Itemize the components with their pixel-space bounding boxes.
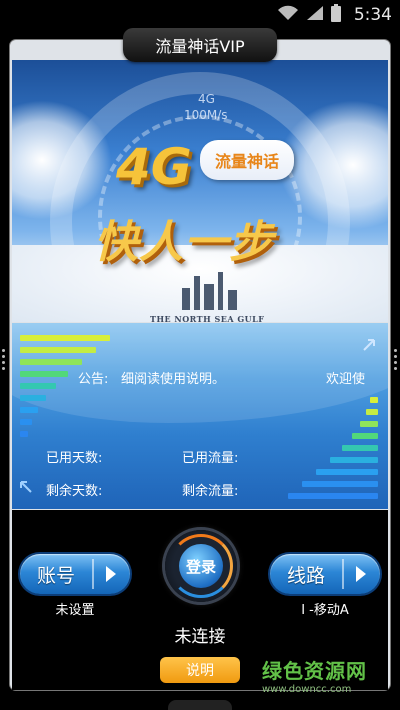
right-handle <box>394 346 398 373</box>
banner-4g-text: 4G <box>116 138 192 196</box>
help-button-label: 说明 <box>186 663 214 679</box>
help-button[interactable]: 说明 <box>160 657 240 683</box>
account-button[interactable]: 账号 <box>20 554 130 594</box>
login-button[interactable]: 登录 <box>165 530 237 602</box>
watermark: 绿色资源网 www.downcc.com <box>262 655 392 695</box>
app-title: 流量神话VIP <box>155 37 245 56</box>
used-days-label: 已用天数: <box>46 451 103 466</box>
bubble-text: 流量神话 <box>214 152 279 171</box>
promo-banner: 4G 100M/s 4G 流量神话 快人一步 THE NORTH SEA GUL… <box>12 60 388 322</box>
city-skyline <box>178 270 248 310</box>
login-button-label: 登录 <box>185 557 216 576</box>
banner-caption: THE NORTH SEA GULF <box>150 314 265 322</box>
corner-arrow-icon-right <box>362 337 376 356</box>
route-button-label: 线路 <box>286 564 325 587</box>
wifi-icon <box>277 5 299 25</box>
speed-unit: 100M/s <box>184 108 228 122</box>
corner-arrow-icon <box>19 479 33 498</box>
chevron-right-icon <box>344 564 378 584</box>
account-status: 未设置 <box>55 603 95 618</box>
account-button-label: 账号 <box>36 564 75 587</box>
welcome-marquee: 欢迎使 <box>326 372 366 387</box>
connection-status: 未连接 <box>174 627 226 647</box>
speed-label: 4G <box>198 92 215 106</box>
left-handle <box>2 346 6 373</box>
battery-icon <box>330 4 341 26</box>
status-bar: 5:34 <box>0 0 400 30</box>
bottom-handle[interactable] <box>168 700 232 710</box>
watermark-url: www.downcc.com <box>262 684 352 695</box>
route-button[interactable]: 线路 <box>270 554 380 594</box>
chevron-right-icon <box>94 564 128 584</box>
notice-marquee: 细阅读使用说明。 <box>121 372 226 387</box>
remaining-traffic-label: 剩余流量: <box>182 484 239 499</box>
speech-bubble: 流量神话 <box>200 140 294 180</box>
clock: 5:34 <box>353 5 392 25</box>
level-bars-left <box>20 335 110 443</box>
used-traffic-label: 已用流量: <box>182 451 239 466</box>
banner-slogan: 快人一步 <box>94 217 274 268</box>
signal-icon <box>306 5 324 25</box>
route-value: I -移动A <box>301 603 349 618</box>
watermark-title: 绿色资源网 <box>262 659 367 683</box>
remaining-days-label: 剩余天数: <box>46 484 103 499</box>
app-title-tab: 流量神话VIP <box>123 28 277 62</box>
level-bars-right <box>288 391 378 499</box>
notice-label: 公告: <box>78 372 109 387</box>
info-panel: 公告: 细阅读使用说明。 欢迎使 已用天数: 已用流量: 剩余天数: 剩余流量: <box>12 323 388 509</box>
